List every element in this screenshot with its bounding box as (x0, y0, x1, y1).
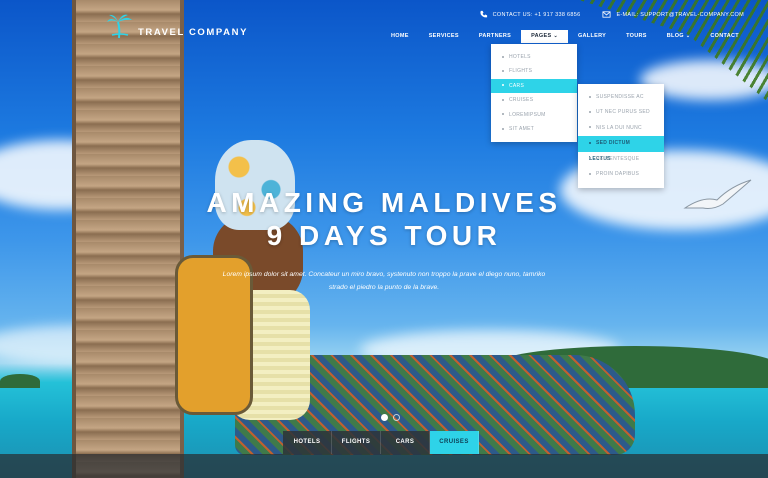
submenu-item[interactable]: PELLENTESQUE (578, 152, 664, 167)
contact-bar: CONTACT US: +1 917 338 6856 E-MAIL: SUPP… (479, 10, 744, 19)
tab-cars[interactable]: CARS (381, 431, 430, 454)
tab-hotels[interactable]: HOTELS (283, 431, 332, 454)
submenu-item[interactable]: NIS LA DUI NUNC (578, 121, 664, 136)
search-panel-bar (0, 454, 768, 478)
bullet-icon (589, 111, 591, 114)
nav-item-home[interactable]: HOME (381, 30, 419, 43)
submenu-item[interactable]: PROIN DAPIBUS (578, 167, 664, 182)
phone-icon (479, 10, 487, 18)
contact-email-text: E-MAIL: SUPPORT@TRAVEL-COMPANY.COM (616, 11, 744, 18)
bullet-icon (589, 172, 591, 175)
bullet-icon (502, 84, 504, 87)
submenu-item-label: PROIN DAPIBUS (596, 170, 640, 177)
main-nav: HOME SERVICES PARTNERS PAGES ⌄ GALLERY TO… (381, 30, 749, 43)
island (0, 374, 40, 388)
chevron-down-icon: ⌄ (553, 33, 558, 39)
dropdown-item-label: SIT AMET (509, 125, 535, 132)
bullet-icon (589, 126, 591, 129)
bullet-icon (502, 98, 504, 101)
contact-email[interactable]: E-MAIL: SUPPORT@TRAVEL-COMPANY.COM (602, 10, 744, 19)
submenu-item-label: PELLENTESQUE (596, 155, 640, 162)
dropdown-item-label: FLIGHTS (509, 68, 533, 75)
slider-dot-active[interactable] (381, 414, 388, 421)
nav-item-tours[interactable]: TOURS (616, 30, 657, 43)
nav-item-pages-label: PAGES (531, 33, 552, 39)
hero-caption: AMAZING MALDIVES 9 DAYS TOUR Lorem ipsum… (0, 186, 768, 294)
chevron-down-icon: ⌄ (685, 33, 691, 39)
dropdown-item-hotels[interactable]: HOTELS (491, 50, 577, 64)
bullet-icon (589, 141, 591, 144)
booking-tabs: HOTELS FLIGHTS CARS CRUISES (283, 431, 479, 454)
submenu-item-active[interactable]: SED DICTUM LECTUS (578, 136, 664, 162)
slider-dot[interactable] (393, 414, 400, 421)
cars-submenu: SUSPENDISSE AC UT NEC PURUS SED NIS LA D… (578, 84, 664, 189)
tab-flights[interactable]: FLIGHTS (332, 431, 381, 454)
hero-title-line-2: 9 DAYS TOUR (266, 220, 502, 251)
submenu-item-label: SUSPENDISSE AC (596, 94, 644, 100)
bullet-icon (589, 95, 591, 98)
hero-title-line-1: AMAZING MALDIVES (206, 187, 562, 218)
nav-item-gallery[interactable]: GALLERY (568, 30, 616, 43)
dropdown-item-cars[interactable]: CARS (491, 78, 577, 94)
hero-lead-line-2: strado el piedro la punto de la brave. (328, 284, 440, 291)
hero-lead: Lorem ipsum dolor sit amet. Concateur un… (0, 268, 768, 294)
nav-item-services[interactable]: SERVICES (419, 30, 469, 43)
tab-cruises[interactable]: CRUISES (430, 431, 479, 454)
dropdown-item-cruises[interactable]: CRUISES (491, 93, 577, 107)
nav-item-contact[interactable]: CONTACT (700, 30, 749, 43)
submenu-item-label: UT NEC PURUS SED (596, 109, 650, 116)
submenu-item[interactable]: UT NEC PURUS SED (578, 105, 664, 120)
dropdown-item-label: CRUISES (509, 97, 534, 104)
contact-phone[interactable]: CONTACT US: +1 917 338 6856 (479, 10, 581, 19)
contact-phone-text: CONTACT US: +1 917 338 6856 (492, 11, 581, 18)
hero-lead-line-1: Lorem ipsum dolor sit amet. Concateur un… (222, 271, 546, 278)
bullet-icon (589, 157, 591, 160)
brand-name: TRAVEL COMPANY (138, 27, 249, 38)
mail-icon (602, 11, 611, 18)
dropdown-item-sit-amet[interactable]: SIT AMET (491, 122, 577, 136)
brand-logo[interactable]: TRAVEL COMPANY (106, 13, 248, 39)
nav-item-blog[interactable]: BLOG ⌄ (657, 30, 701, 43)
nav-item-pages[interactable]: PAGES ⌄ (521, 30, 568, 43)
bullet-icon (502, 127, 504, 130)
dropdown-item-label: CARS (509, 82, 525, 89)
bullet-icon (502, 55, 504, 58)
submenu-item-label: NIS LA DUI NUNC (596, 124, 642, 131)
nav-item-partners[interactable]: PARTNERS (469, 30, 521, 43)
submenu-item[interactable]: SUSPENDISSE AC (578, 90, 664, 105)
dropdown-item-flights[interactable]: FLIGHTS (491, 64, 577, 78)
dropdown-item-loremipsum[interactable]: LOREMIPSUM (491, 108, 577, 122)
dropdown-item-label: LOREMIPSUM (509, 111, 546, 118)
nav-item-blog-label: BLOG (666, 33, 684, 39)
bullet-icon (502, 70, 504, 73)
pages-dropdown: HOTELS FLIGHTS CARS CRUISES LOREMIPSUM S… (491, 44, 577, 143)
palm-tree-icon (107, 14, 132, 39)
bullet-icon (502, 113, 504, 116)
dropdown-item-label: HOTELS (509, 54, 531, 60)
